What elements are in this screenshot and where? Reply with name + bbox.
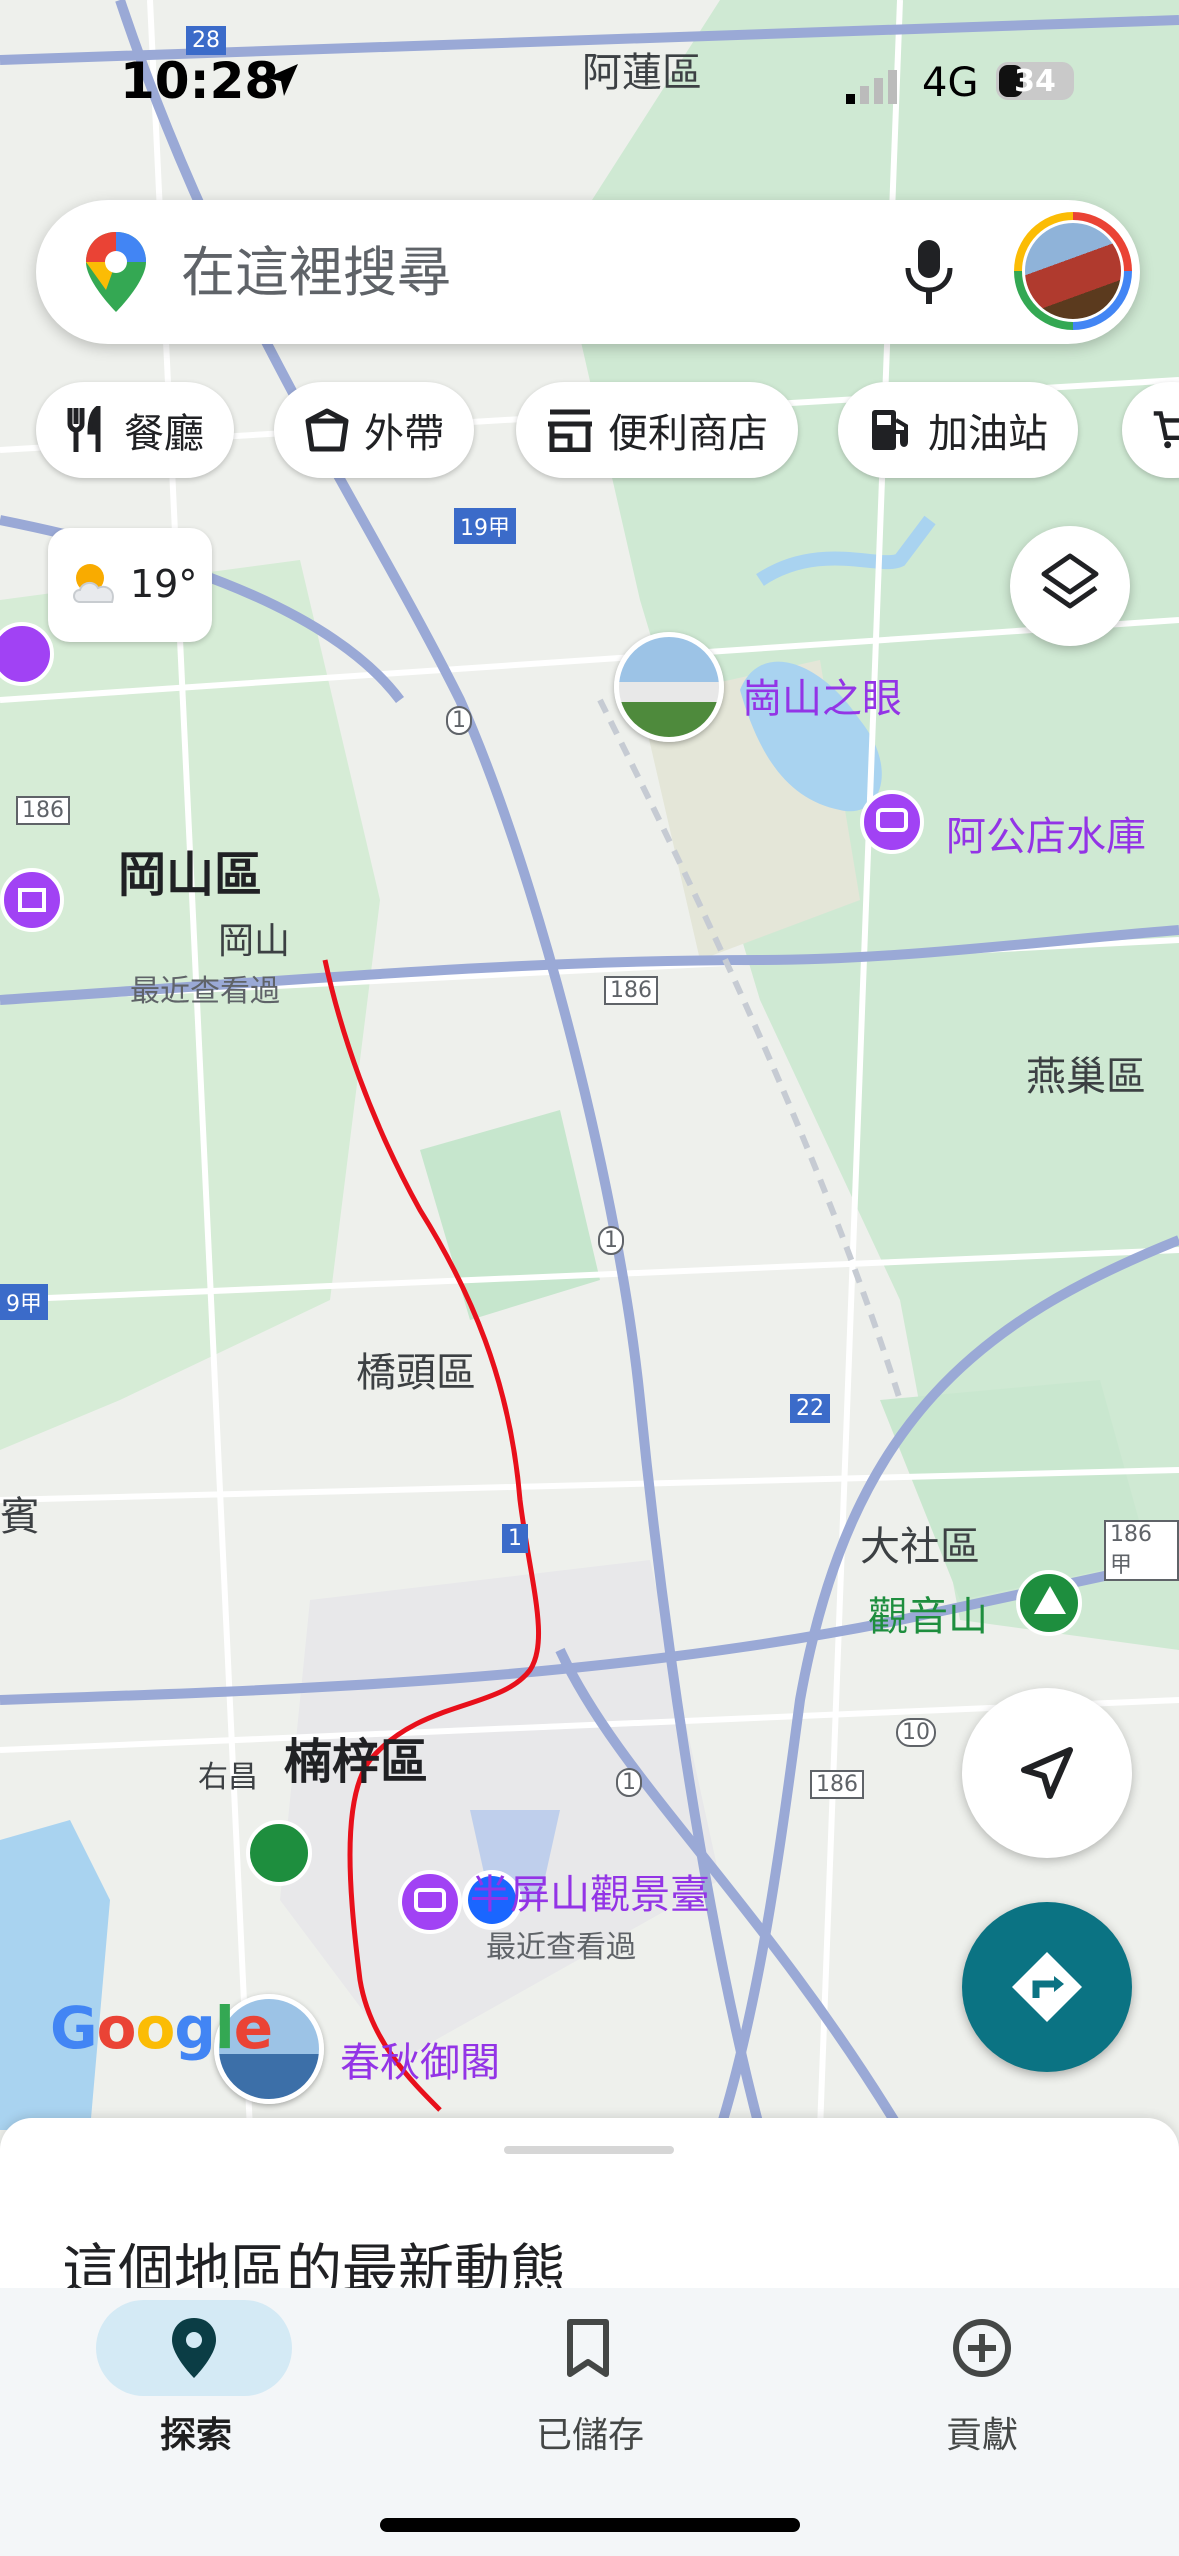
recenter-location-button[interactable] — [962, 1688, 1132, 1858]
network-type: 4G — [922, 60, 979, 106]
nav-tab-explore-label: 探索 — [159, 2415, 232, 2456]
weather-badge[interactable]: 19° — [48, 528, 212, 642]
home-indicator[interactable] — [380, 2518, 800, 2532]
camera-icon — [414, 1888, 446, 1912]
route-shield-186: 186 — [604, 976, 658, 1005]
route-shield-1-mid: 1 — [598, 1226, 624, 1255]
category-chips: 餐廳 外帶 便利商店 加油站 — [0, 382, 1179, 482]
microphone-icon[interactable] — [902, 236, 956, 308]
route-shield-186-south: 186 — [810, 1770, 864, 1799]
bottom-navigation: 探索 已儲存 貢獻 — [0, 2288, 1179, 2556]
chip-convenience-store-label: 便利商店 — [608, 411, 768, 457]
partly-cloudy-icon — [73, 564, 114, 603]
district-gangshan-label: 岡山區 — [118, 847, 263, 903]
directions-button[interactable] — [962, 1902, 1132, 2072]
station-gangshan-label: 岡山 — [218, 921, 291, 962]
nav-tab-saved[interactable]: 已儲存 — [440, 2288, 740, 2478]
shopping-cart-icon — [1153, 411, 1179, 449]
mountain-icon — [1034, 1586, 1066, 1614]
route-shield-186jia: 186甲 — [1104, 1520, 1179, 1581]
chip-convenience-store[interactable]: 便利商店 — [516, 382, 798, 478]
poi-fish-marker[interactable] — [246, 1820, 312, 1886]
poi-photo-thumbnail — [614, 632, 724, 742]
status-bar: 10:28 4G 34 — [0, 0, 1179, 140]
route-shield-1-south: 1 — [616, 1768, 642, 1797]
google-logo: Google — [50, 1994, 273, 2062]
nav-tab-contribute-label: 貢獻 — [945, 2415, 1018, 2456]
signal-icon — [846, 70, 897, 104]
poi-guanyinshan-label[interactable]: 觀音山 — [868, 1584, 988, 1642]
nav-tab-contribute[interactable]: 貢獻 — [832, 2288, 1132, 2478]
poi-agongdian-marker[interactable] — [860, 790, 924, 854]
chip-takeout-label: 外帶 — [364, 411, 444, 457]
route-shield-186-left: 186 — [16, 796, 70, 825]
location-arrow-icon — [266, 64, 298, 96]
chip-shopping-partial[interactable] — [1122, 382, 1179, 478]
chip-gas-station-label: 加油站 — [928, 411, 1048, 457]
chip-restaurants-label: 餐廳 — [124, 411, 204, 457]
route-shield-9jia: 9甲 — [0, 1284, 48, 1320]
weather-temperature: 19° — [130, 562, 198, 606]
battery-level: 34 — [1014, 64, 1056, 99]
navigation-arrow-icon — [1021, 1747, 1073, 1799]
sheet-drag-handle[interactable] — [504, 2146, 674, 2154]
takeout-icon — [305, 408, 349, 452]
chip-restaurants[interactable]: 餐廳 — [36, 382, 234, 478]
poi-museum-marker[interactable] — [0, 868, 64, 932]
poi-agongdian-label[interactable]: 阿公店水庫 — [946, 804, 1146, 862]
nav-tab-saved-label: 已儲存 — [535, 2415, 644, 2456]
add-circle-icon — [953, 2319, 1011, 2377]
route-shield-22: 22 — [790, 1394, 830, 1423]
restaurant-icon — [67, 406, 101, 452]
route-shield-1-north: 1 — [446, 706, 472, 735]
edge-label-left: 賓 — [0, 1494, 40, 1540]
nav-tab-explore[interactable]: 探索 — [46, 2288, 346, 2478]
poi-pingshan-marker[interactable] — [398, 1870, 462, 1934]
google-maps-pin-icon — [86, 232, 146, 312]
status-time: 10:28 — [120, 52, 280, 110]
chip-takeout[interactable]: 外帶 — [274, 382, 474, 478]
museum-icon — [18, 888, 46, 912]
district-nanzi-label: 楠梓區 — [284, 1734, 429, 1790]
battery-icon: 34 — [996, 62, 1074, 100]
bookmark-icon — [567, 2319, 609, 2377]
recently-viewed-label-1: 最近查看過 — [130, 974, 280, 1009]
poi-pingshan-label[interactable]: 半屏山觀景臺 — [470, 1862, 710, 1920]
camera-icon — [876, 808, 908, 832]
district-yanchao-label: 燕巢區 — [1026, 1054, 1146, 1100]
search-bar[interactable] — [36, 200, 1140, 344]
route-shield-19jia: 19甲 — [454, 508, 516, 544]
account-avatar[interactable] — [1014, 212, 1132, 330]
place-youchang-label: 右昌 — [198, 1760, 258, 1795]
layers-icon — [1041, 553, 1099, 609]
district-dashe-label: 大社區 — [860, 1524, 980, 1570]
explore-pin-icon — [172, 2318, 216, 2378]
chip-gas-station[interactable]: 加油站 — [838, 382, 1078, 478]
poi-chunqiu-label[interactable]: 春秋御閣 — [340, 2030, 500, 2088]
poi-gangshan-eye-label[interactable]: 崗山之眼 — [742, 666, 902, 724]
route-shield-1-freeway: 1 — [502, 1524, 528, 1553]
district-qiaotou-label: 橋頭區 — [356, 1350, 476, 1396]
search-input[interactable] — [181, 240, 901, 304]
poi-guanyinshan-marker[interactable] — [1016, 1570, 1082, 1636]
convenience-store-icon — [548, 409, 592, 452]
poi-gangshan-eye[interactable] — [614, 632, 724, 742]
gas-station-icon — [872, 410, 908, 450]
layers-button[interactable] — [1010, 526, 1130, 646]
route-shield-10: 10 — [896, 1718, 936, 1747]
recently-viewed-label-2: 最近查看過 — [486, 1930, 636, 1965]
directions-icon — [1012, 1952, 1082, 2022]
